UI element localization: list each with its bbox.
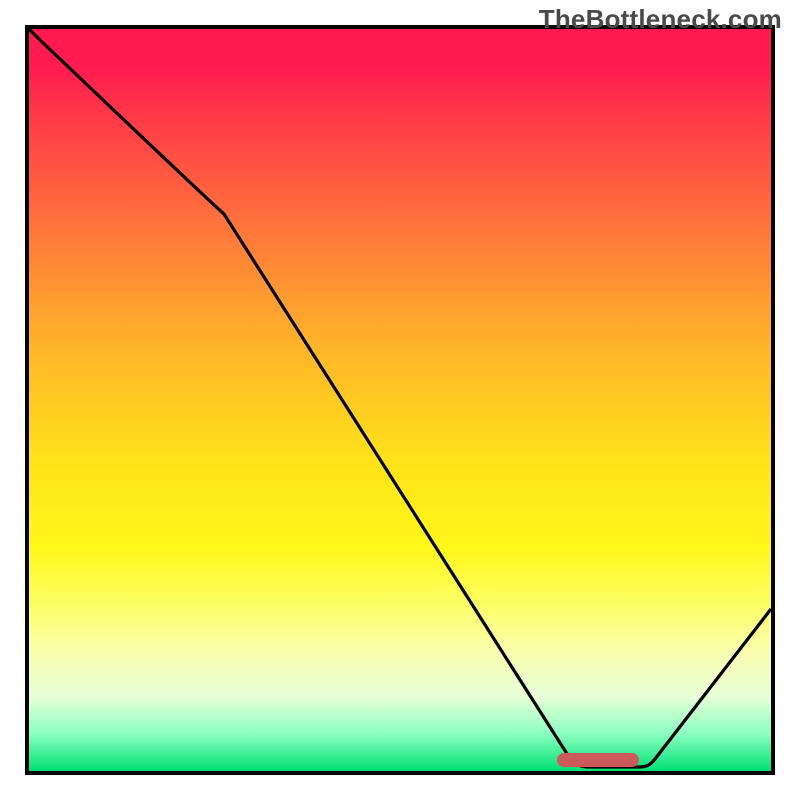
chart-container: TheBottleneck.com: [0, 0, 800, 800]
plot-frame: [25, 25, 775, 775]
watermark-text: TheBottleneck.com: [539, 4, 782, 35]
optimum-marker: [557, 753, 639, 767]
bottleneck-curve: [29, 29, 771, 771]
curve-path: [29, 29, 771, 767]
